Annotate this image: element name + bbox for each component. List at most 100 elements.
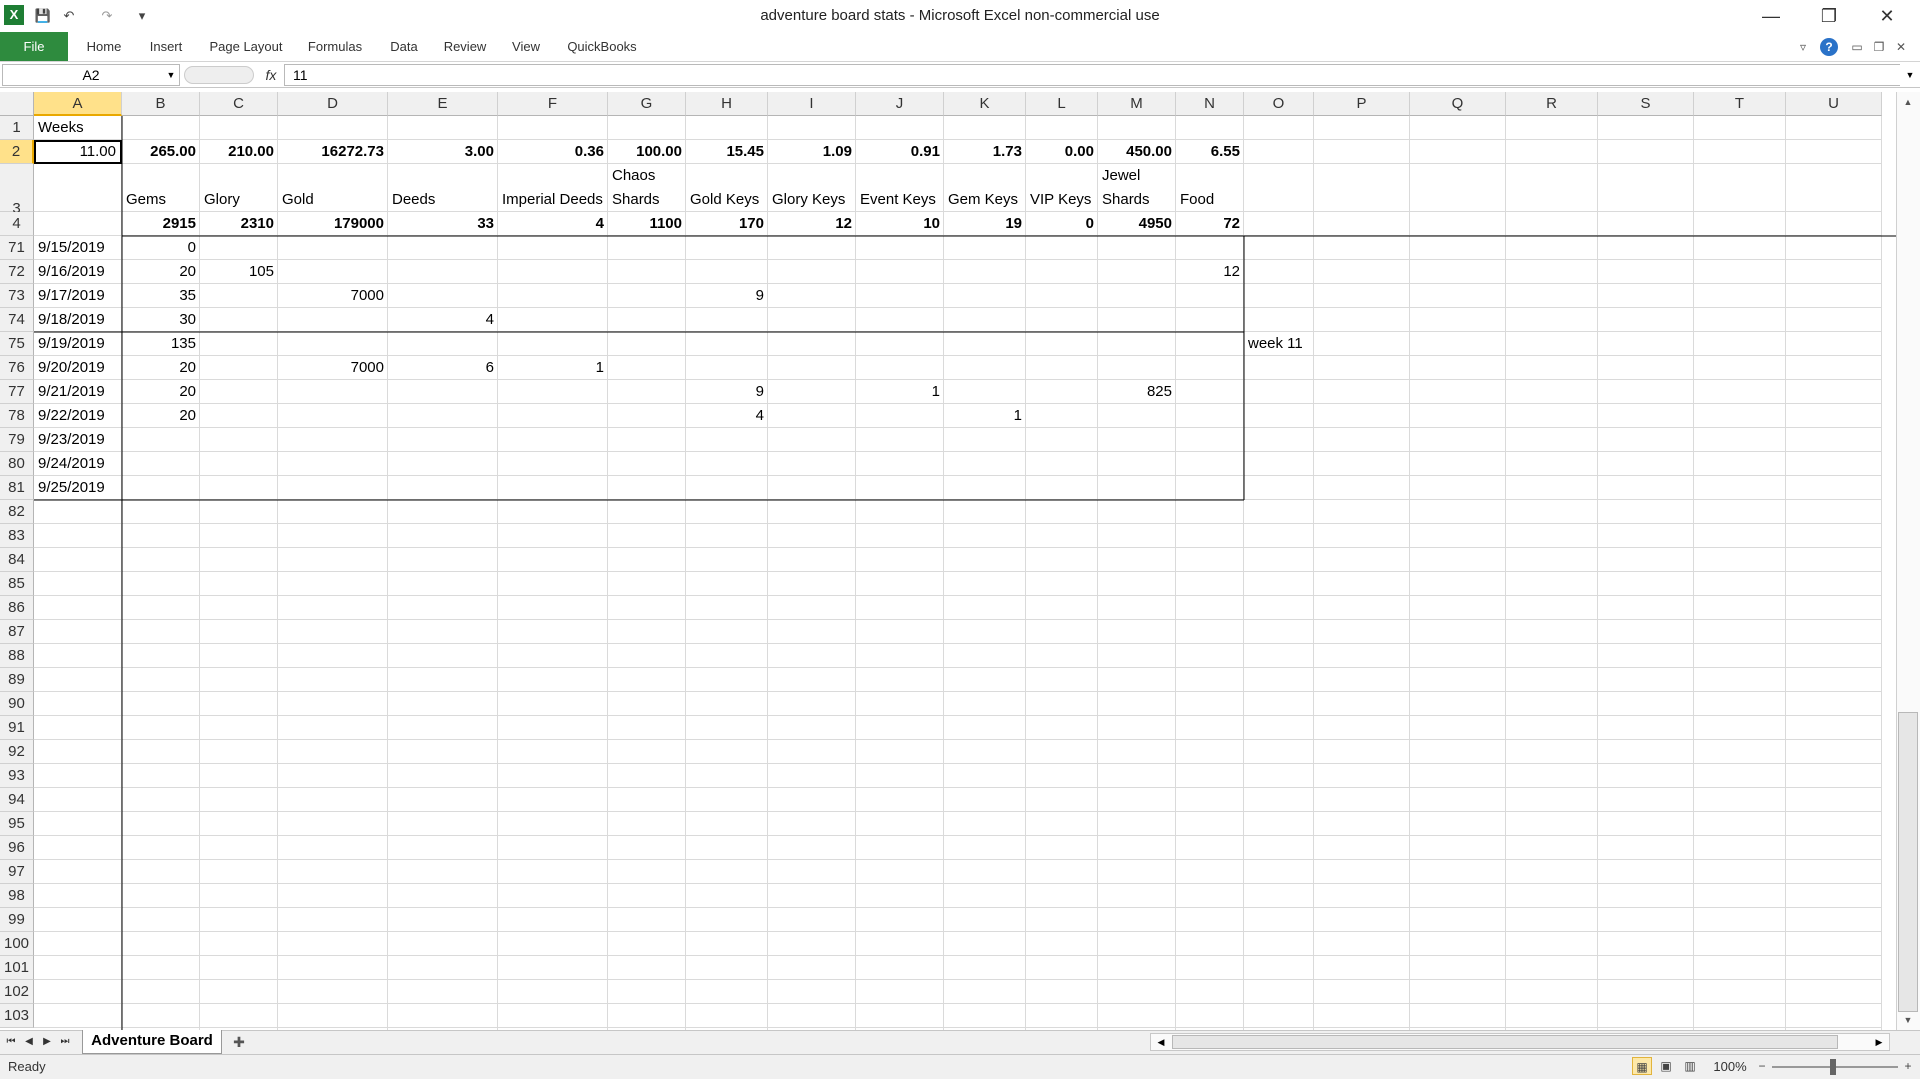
date-cell[interactable]: 9/16/2019 — [34, 260, 122, 284]
workbook-close-icon[interactable]: ✕ — [1892, 38, 1910, 56]
total-j[interactable]: 10 — [856, 212, 944, 236]
cell-a2-selected[interactable]: 11.00 — [34, 140, 122, 164]
row-header-75[interactable]: 75 — [0, 332, 34, 356]
column-header-b[interactable]: B — [122, 92, 200, 116]
cell-f2[interactable]: 0.36 — [498, 140, 608, 164]
column-label-b[interactable]: Gems — [122, 164, 200, 212]
entry-cell[interactable]: 825 — [1098, 380, 1176, 404]
insert-sheet-icon[interactable]: ✚ — [226, 1032, 252, 1052]
horizontal-scroll-thumb[interactable] — [1172, 1035, 1838, 1049]
row-header-83[interactable]: 83 — [0, 524, 34, 548]
zoom-out-icon[interactable]: − — [1752, 1057, 1772, 1075]
entry-cell[interactable]: 1 — [856, 380, 944, 404]
tab-home[interactable]: Home — [78, 34, 130, 60]
tab-review[interactable]: Review — [436, 34, 494, 60]
row-header-102[interactable]: 102 — [0, 980, 34, 1004]
row-header-79[interactable]: 79 — [0, 428, 34, 452]
row-header-94[interactable]: 94 — [0, 788, 34, 812]
column-header-o[interactable]: O — [1244, 92, 1314, 116]
tab-view[interactable]: View — [502, 34, 550, 60]
zoom-in-icon[interactable]: + — [1898, 1057, 1918, 1075]
cell-b2[interactable]: 265.00 — [122, 140, 200, 164]
column-header-p[interactable]: P — [1314, 92, 1410, 116]
row-header-2[interactable]: 2 — [0, 140, 34, 164]
row-header-99[interactable]: 99 — [0, 908, 34, 932]
restore-button[interactable]: ❐ — [1800, 0, 1858, 32]
first-sheet-icon[interactable]: ⏮ — [4, 1033, 18, 1051]
total-d[interactable]: 179000 — [278, 212, 388, 236]
last-sheet-icon[interactable]: ⏭ — [58, 1033, 72, 1051]
sheet-tab-adventure-board[interactable]: Adventure Board — [82, 1030, 222, 1054]
total-m[interactable]: 4950 — [1098, 212, 1176, 236]
row-header-96[interactable]: 96 — [0, 836, 34, 860]
week-label[interactable]: week 11 — [1244, 332, 1314, 356]
total-k[interactable]: 19 — [944, 212, 1026, 236]
entry-cell[interactable]: 20 — [122, 404, 200, 428]
column-header-t[interactable]: T — [1694, 92, 1786, 116]
column-label-c[interactable]: Glory — [200, 164, 278, 212]
row-header-71[interactable]: 71 — [0, 236, 34, 260]
date-cell[interactable]: 9/22/2019 — [34, 404, 122, 428]
column-header-m[interactable]: M — [1098, 92, 1176, 116]
row-header-88[interactable]: 88 — [0, 644, 34, 668]
date-cell[interactable]: 9/23/2019 — [34, 428, 122, 452]
select-all-corner[interactable] — [0, 92, 34, 116]
cell-c2[interactable]: 210.00 — [200, 140, 278, 164]
formula-input[interactable]: 11 — [284, 64, 1900, 86]
entry-cell[interactable]: 7000 — [278, 284, 388, 308]
entry-cell[interactable]: 0 — [122, 236, 200, 260]
entry-cell[interactable]: 35 — [122, 284, 200, 308]
workbook-restore-icon[interactable]: ❐ — [1870, 38, 1888, 56]
column-header-u[interactable]: U — [1786, 92, 1882, 116]
column-header-h[interactable]: H — [686, 92, 768, 116]
minimize-ribbon-icon[interactable]: ▿ — [1794, 38, 1812, 56]
date-cell[interactable]: 9/19/2019 — [34, 332, 122, 356]
close-button[interactable]: ✕ — [1858, 0, 1916, 32]
row-header-77[interactable]: 77 — [0, 380, 34, 404]
row-header-72[interactable]: 72 — [0, 260, 34, 284]
name-box-dropdown-icon[interactable]: ▼ — [162, 64, 180, 86]
total-b[interactable]: 2915 — [122, 212, 200, 236]
row-header-4[interactable]: 4 — [0, 212, 34, 236]
column-label-g[interactable]: Chaos Shards — [608, 164, 686, 212]
scroll-up-icon[interactable]: ▲ — [1898, 94, 1918, 110]
entry-cell[interactable]: 20 — [122, 260, 200, 284]
column-header-g[interactable]: G — [608, 92, 686, 116]
page-layout-view-icon[interactable]: ▣ — [1656, 1057, 1676, 1075]
cell-m2[interactable]: 450.00 — [1098, 140, 1176, 164]
total-l[interactable]: 0 — [1026, 212, 1098, 236]
total-g[interactable]: 1100 — [608, 212, 686, 236]
cell-l2[interactable]: 0.00 — [1026, 140, 1098, 164]
column-label-n[interactable]: Food — [1176, 164, 1244, 212]
row-header-90[interactable]: 90 — [0, 692, 34, 716]
row-header-91[interactable]: 91 — [0, 716, 34, 740]
entry-cell[interactable]: 20 — [122, 380, 200, 404]
entry-cell[interactable]: 1 — [498, 356, 608, 380]
column-header-r[interactable]: R — [1506, 92, 1598, 116]
help-icon[interactable]: ? — [1820, 38, 1838, 56]
column-header-j[interactable]: J — [856, 92, 944, 116]
entry-cell[interactable]: 20 — [122, 356, 200, 380]
date-cell[interactable]: 9/25/2019 — [34, 476, 122, 500]
row-header-82[interactable]: 82 — [0, 500, 34, 524]
cell-i2[interactable]: 1.09 — [768, 140, 856, 164]
entry-cell[interactable]: 1 — [944, 404, 1026, 428]
column-label-h[interactable]: Gold Keys — [686, 164, 768, 212]
row-header-3[interactable]: 3 — [0, 164, 34, 217]
row-header-73[interactable]: 73 — [0, 284, 34, 308]
next-sheet-icon[interactable]: ▶ — [40, 1033, 54, 1051]
cell-k2[interactable]: 1.73 — [944, 140, 1026, 164]
total-h[interactable]: 170 — [686, 212, 768, 236]
row-header-74[interactable]: 74 — [0, 308, 34, 332]
cell-d2[interactable]: 16272.73 — [278, 140, 388, 164]
row-header-100[interactable]: 100 — [0, 932, 34, 956]
tab-file[interactable]: File — [0, 32, 68, 61]
scroll-left-icon[interactable]: ◀ — [1152, 1035, 1170, 1049]
row-header-97[interactable]: 97 — [0, 860, 34, 884]
column-label-i[interactable]: Glory Keys — [768, 164, 856, 212]
entry-cell[interactable]: 9 — [686, 380, 768, 404]
prev-sheet-icon[interactable]: ◀ — [22, 1033, 36, 1051]
normal-view-icon[interactable]: ▦ — [1632, 1057, 1652, 1075]
row-header-103[interactable]: 103 — [0, 1004, 34, 1028]
row-header-89[interactable]: 89 — [0, 668, 34, 692]
